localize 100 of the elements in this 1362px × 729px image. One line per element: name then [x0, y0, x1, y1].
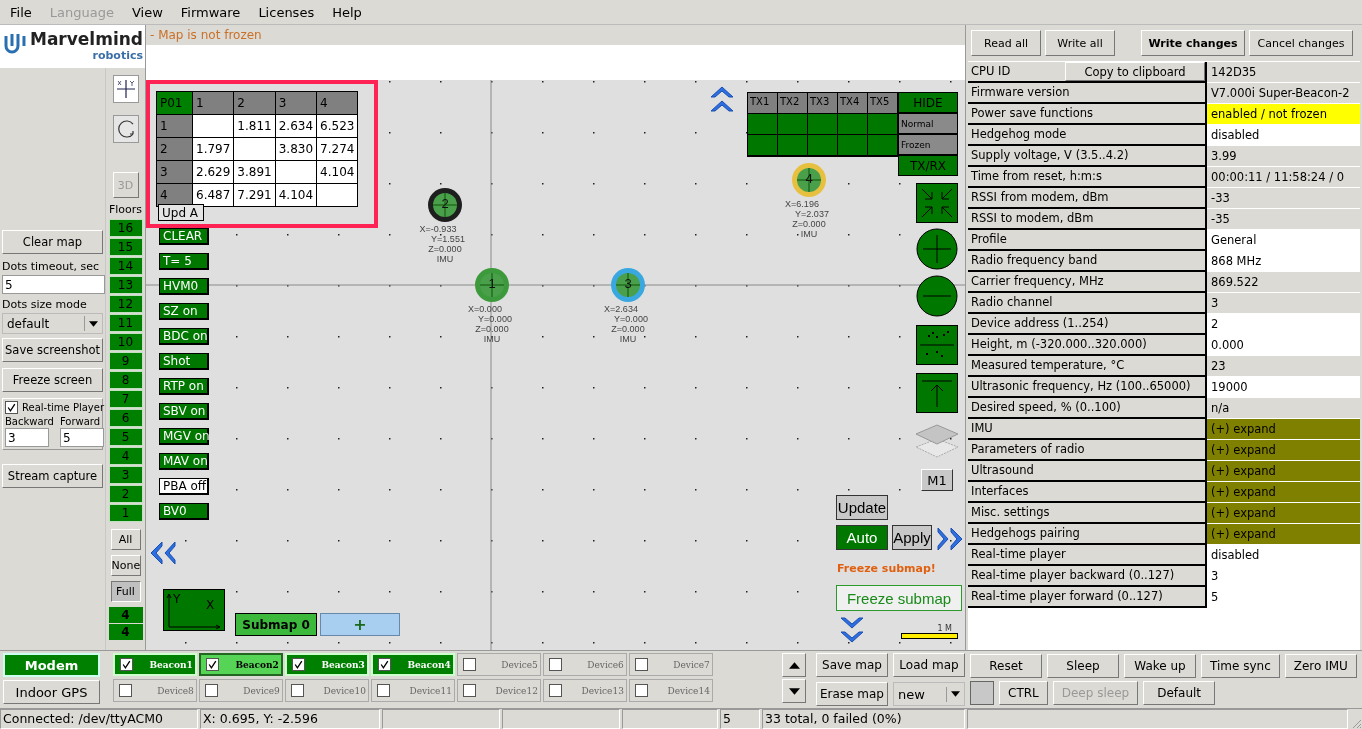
floor-m1-button[interactable]: M1	[921, 469, 953, 491]
menu-item[interactable]: File	[10, 4, 32, 20]
checkbox[interactable]	[462, 658, 476, 671]
floor-button[interactable]: 2	[108, 485, 143, 503]
scatter-dots-icon[interactable]	[916, 325, 958, 365]
settings-button[interactable]: Write all	[1045, 30, 1115, 56]
device-toggle[interactable]: Device14	[628, 679, 713, 702]
add-submap-button[interactable]: +	[320, 613, 400, 636]
floor-button[interactable]: 13	[108, 276, 143, 294]
setting-value[interactable]: (+) expand	[1207, 419, 1360, 440]
device-toggle[interactable]: Device11	[370, 679, 455, 702]
menu-item[interactable]: View	[131, 4, 163, 20]
map-toggle-button[interactable]: CLEAR	[159, 228, 209, 245]
checkbox[interactable]	[118, 684, 132, 697]
map-toggle-button[interactable]: SBV on	[159, 403, 209, 420]
device-toggle[interactable]: Device12	[456, 679, 541, 702]
device-toggle[interactable]: Device7	[628, 653, 713, 676]
device-toggle[interactable]: Device10	[284, 679, 369, 702]
resize-grip-icon[interactable]	[1350, 717, 1362, 729]
setting-value[interactable]: (+) expand	[1207, 482, 1360, 503]
map-toggle-button[interactable]: T= 5	[159, 253, 209, 270]
floor-button[interactable]: 5	[108, 428, 143, 446]
scroll-down-button[interactable]	[782, 679, 806, 703]
caret-down-icon[interactable]	[788, 687, 800, 695]
checkbox[interactable]	[291, 658, 305, 671]
device-toggle[interactable]: Beacon2	[198, 653, 283, 676]
fit-to-screen-icon[interactable]	[916, 183, 958, 223]
map-toggle-button[interactable]: RTP on	[159, 378, 209, 395]
mode-button[interactable]: Indoor GPS	[3, 680, 100, 704]
floor-button[interactable]: 11	[108, 314, 143, 332]
floor-button[interactable]: 1	[108, 504, 143, 522]
floor-filter-button[interactable]: Full	[110, 581, 141, 602]
floor-button[interactable]: 14	[108, 257, 143, 275]
device-toggle[interactable]: Device5	[456, 653, 541, 676]
device-toggle[interactable]: Beacon4	[370, 653, 455, 676]
submap-button[interactable]: Submap 0	[235, 613, 317, 636]
map-toggle-button[interactable]: SZ on	[159, 303, 209, 320]
map-toggle-button[interactable]: BV0	[159, 503, 209, 520]
device-toggle[interactable]: Device6	[542, 653, 627, 676]
device-toggle[interactable]: Device8	[112, 679, 197, 702]
stream-capture-button[interactable]: Stream capture	[2, 464, 103, 488]
checkbox[interactable]	[634, 658, 648, 671]
checkbox[interactable]	[548, 658, 562, 671]
clear-map-button[interactable]: Clear map	[2, 230, 103, 254]
menu-item[interactable]: Firmware	[180, 4, 241, 20]
checkbox[interactable]	[548, 684, 562, 697]
map-select-dropdown[interactable]: new	[893, 682, 965, 706]
double-chevron-right-icon[interactable]	[936, 526, 965, 552]
dots-size-dropdown[interactable]: default	[2, 313, 103, 334]
floor-button[interactable]: 7	[108, 390, 143, 408]
caret-up-icon[interactable]	[788, 661, 800, 669]
setting-value[interactable]: (+) expand	[1207, 503, 1360, 524]
floor-filter-button[interactable]: None	[110, 555, 141, 576]
forward-field[interactable]: 5	[59, 428, 104, 447]
scroll-up-button[interactable]	[782, 653, 806, 677]
floor-button[interactable]: 6	[108, 409, 143, 427]
zoom-out-icon[interactable]	[916, 275, 958, 317]
floor-button[interactable]: 16	[108, 219, 143, 237]
device-action-button[interactable]: Wake up	[1124, 654, 1196, 678]
load-map-button[interactable]: Load map	[893, 653, 965, 677]
setting-value[interactable]: (+) expand	[1207, 440, 1360, 461]
floor-button[interactable]: 12	[108, 295, 143, 313]
checkbox[interactable]	[634, 684, 648, 697]
save-screenshot-button[interactable]: Save screenshot	[2, 338, 103, 362]
floor-button[interactable]: 4	[108, 447, 143, 465]
setting-value[interactable]: enabled / not frozen	[1207, 104, 1360, 125]
xy-axes-icon[interactable]	[112, 75, 139, 103]
device-action-button[interactable]: Default	[1143, 681, 1216, 705]
device-action-button[interactable]: Reset	[970, 654, 1042, 678]
device-action-button[interactable]: Time sync	[1201, 654, 1280, 678]
map-toggle-button[interactable]: BDC on	[159, 328, 209, 345]
checkbox[interactable]	[462, 684, 476, 697]
settings-button[interactable]: Write changes	[1141, 30, 1245, 56]
checkbox[interactable]	[290, 684, 304, 697]
checkbox[interactable]	[5, 401, 18, 414]
floor-button[interactable]: 3	[108, 466, 143, 484]
setting-value[interactable]: (+) expand	[1207, 461, 1360, 482]
floor-button[interactable]: 15	[108, 238, 143, 256]
save-map-button[interactable]: Save map	[816, 653, 888, 677]
checkbox[interactable]	[119, 658, 133, 671]
beacon-icon[interactable]	[426, 186, 464, 224]
erase-map-button[interactable]: Erase map	[816, 682, 888, 706]
setting-value[interactable]: (+) expand	[1207, 524, 1360, 545]
checkbox[interactable]	[377, 658, 391, 671]
map-toggle-button[interactable]: Shot	[159, 353, 209, 370]
tx-panel-button[interactable]: HIDE	[898, 92, 958, 113]
freeze-submap-button[interactable]: Freeze submap	[836, 585, 962, 611]
menu-item[interactable]: Help	[332, 4, 362, 20]
floor-button[interactable]: 8	[108, 371, 143, 389]
update-button[interactable]: Update	[836, 495, 888, 520]
device-toggle[interactable]: Device9	[198, 679, 283, 702]
arrow-up-icon[interactable]	[916, 373, 958, 413]
device-action-button[interactable]: CTRL	[999, 681, 1048, 705]
backward-field[interactable]: 3	[5, 428, 49, 447]
map-toggle-button[interactable]: PBA off	[159, 478, 209, 495]
device-action-button[interactable]: Zero IMU	[1284, 654, 1357, 678]
map-toggle-button[interactable]: MGV on	[159, 428, 209, 445]
device-action-button[interactable]: Sleep	[1047, 654, 1119, 678]
checkbox[interactable]	[205, 658, 219, 671]
device-toggle[interactable]: Beacon3	[284, 653, 369, 676]
